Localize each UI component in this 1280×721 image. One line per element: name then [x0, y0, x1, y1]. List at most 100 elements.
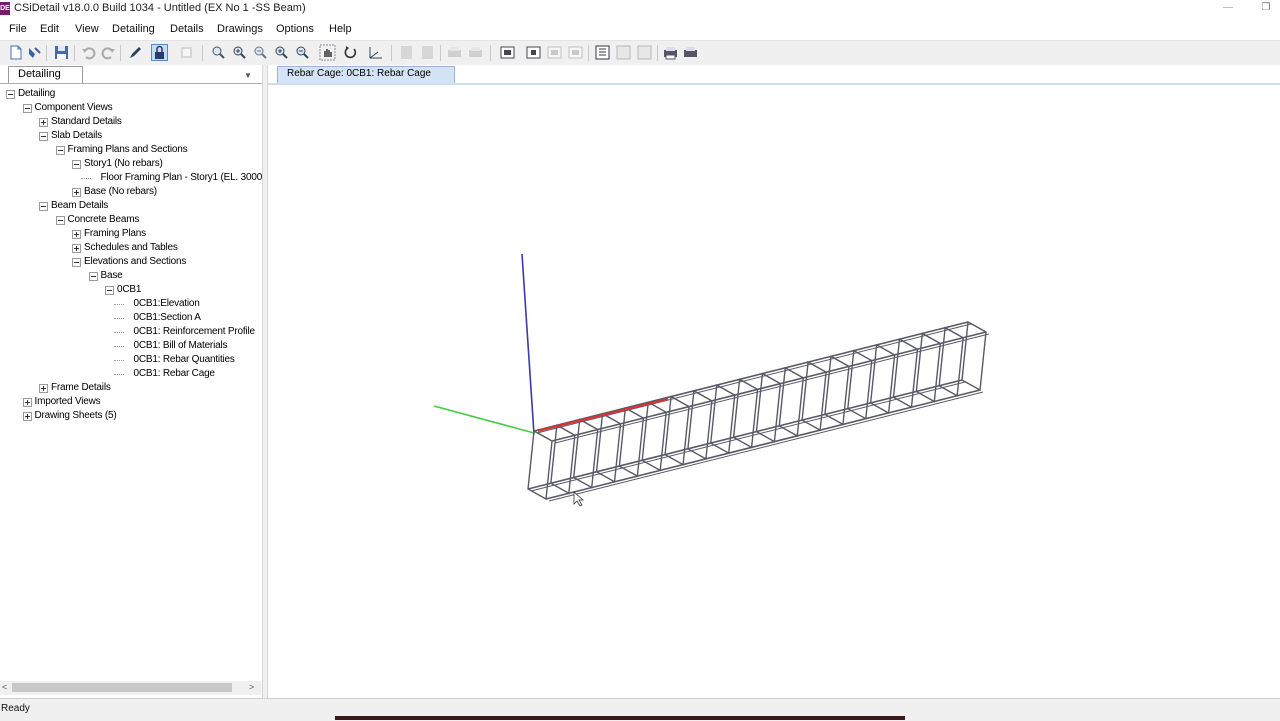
app-logo-icon: DE — [0, 2, 10, 15]
tree-item[interactable]: Component Views — [35, 101, 113, 115]
menu-options[interactable]: Options — [276, 23, 314, 35]
undo-icon[interactable] — [80, 44, 97, 61]
open-icon[interactable] — [26, 44, 43, 61]
scroll-left-icon[interactable]: < — [2, 682, 7, 692]
tree-item[interactable]: Framing Plans — [84, 227, 146, 241]
tree-item[interactable]: Detailing — [18, 87, 55, 101]
expand-icon[interactable] — [22, 398, 32, 407]
tree-item[interactable]: Base — [101, 269, 123, 283]
tree-item[interactable]: Elevations and Sections — [84, 255, 186, 269]
tree-item[interactable]: Imported Views — [35, 395, 101, 409]
scrollbar-thumb[interactable] — [12, 683, 232, 692]
collapse-icon[interactable] — [39, 202, 48, 211]
zoom-in-icon[interactable] — [231, 44, 248, 61]
tree-item[interactable]: 0CB1:Section A — [134, 311, 201, 325]
refresh-icon[interactable] — [342, 44, 359, 61]
expand-icon[interactable] — [72, 188, 81, 197]
taskbar-strip — [335, 716, 905, 720]
menu-drawings[interactable]: Drawings — [217, 23, 263, 35]
tree-connector — [113, 346, 124, 347]
zoom-extents-icon[interactable] — [273, 44, 290, 61]
collapse-icon[interactable] — [55, 216, 65, 225]
tree-item[interactable]: 0CB1:Elevation — [134, 297, 200, 311]
tree-item[interactable]: Frame Details — [51, 381, 111, 395]
tree-item[interactable]: Drawing Sheets (5) — [35, 409, 117, 423]
longitudinal-rebar — [545, 389, 981, 500]
x-axis-line — [537, 398, 669, 432]
tree-item[interactable]: Concrete Beams — [68, 213, 140, 227]
menu-help[interactable]: Help — [329, 23, 352, 35]
axes-icon[interactable] — [367, 44, 384, 61]
tree-connector — [113, 332, 124, 333]
save-icon[interactable] — [53, 44, 70, 61]
scroll-right-icon[interactable]: > — [249, 682, 254, 692]
tree-item[interactable]: 0CB1: Bill of Materials — [134, 339, 228, 353]
lock-icon[interactable] — [151, 44, 168, 61]
calculator-icon[interactable] — [594, 44, 611, 61]
zoom-window-icon[interactable] — [210, 44, 227, 61]
frame-view-icon[interactable] — [499, 44, 516, 61]
collapse-icon[interactable] — [55, 146, 65, 155]
expand-icon[interactable] — [72, 230, 81, 239]
collapse-icon[interactable] — [72, 258, 81, 267]
zoom-previous-icon[interactable] — [294, 44, 311, 61]
expand-icon[interactable] — [72, 244, 81, 253]
tree-item[interactable]: 0CB1: Rebar Cage — [134, 367, 215, 381]
printer-icon[interactable] — [662, 44, 679, 61]
tree-item[interactable]: Beam Details — [51, 199, 108, 213]
tree-item[interactable]: 0CB1: Rebar Quantities — [134, 353, 235, 367]
zoom-out-icon[interactable] — [252, 44, 269, 61]
collapse-icon[interactable] — [88, 272, 98, 281]
expand-icon[interactable] — [39, 384, 48, 393]
layout-b-icon[interactable] — [567, 44, 584, 61]
z-axis-line — [521, 253, 535, 435]
tab-detailing-label: Detailing — [18, 68, 61, 80]
collapse-icon[interactable] — [39, 132, 48, 141]
menu-bar: File Edit View Detailing Details Drawing… — [0, 19, 1280, 39]
rebar-cage-3d-view[interactable] — [268, 86, 1280, 697]
layout-a-icon[interactable] — [546, 44, 563, 61]
y-axis-line — [433, 405, 535, 434]
redo-icon[interactable] — [100, 44, 117, 61]
export-icon[interactable] — [682, 44, 699, 61]
viewport-icon[interactable] — [525, 44, 542, 61]
menu-file[interactable]: File — [9, 23, 27, 35]
print-setup-icon[interactable] — [467, 44, 484, 61]
print-icon[interactable] — [446, 44, 463, 61]
longitudinal-rebar — [533, 321, 969, 432]
view-b-icon[interactable] — [419, 44, 436, 61]
tree-item[interactable]: Floor Framing Plan - Story1 (EL. 3000 m — [101, 171, 263, 185]
sheet-icon[interactable] — [636, 44, 653, 61]
rebar-cage-drawing[interactable] — [268, 86, 1280, 697]
menu-edit[interactable]: Edit — [40, 23, 59, 35]
tree-item[interactable]: Standard Details — [51, 115, 122, 129]
table-icon[interactable] — [615, 44, 632, 61]
collapse-icon[interactable] — [105, 286, 114, 295]
pencil-icon[interactable] — [127, 44, 144, 61]
new-file-icon[interactable] — [7, 44, 24, 61]
menu-detailing[interactable]: Detailing — [112, 23, 155, 35]
view-a-icon[interactable] — [398, 44, 415, 61]
tree-item[interactable]: Base (No rebars) — [84, 185, 157, 199]
print-preview-icon[interactable] — [178, 44, 195, 61]
tree-connector — [113, 304, 124, 305]
tree-item[interactable]: 0CB1: Reinforcement Profile — [134, 325, 256, 339]
expand-icon[interactable] — [22, 412, 32, 421]
menu-details[interactable]: Details — [170, 23, 204, 35]
rebar-cage — [527, 320, 990, 502]
collapse-icon[interactable] — [6, 90, 15, 99]
tree-item[interactable]: Story1 (No rebars) — [84, 157, 163, 171]
pan-icon[interactable] — [319, 44, 336, 61]
tree-item[interactable]: Slab Details — [51, 129, 102, 143]
tree-item[interactable]: 0CB1 — [117, 283, 141, 297]
minimize-button[interactable]: — — [1222, 2, 1234, 14]
tree-item[interactable]: Schedules and Tables — [84, 241, 178, 255]
restore-button[interactable]: ❐ — [1260, 2, 1272, 14]
expand-icon[interactable] — [39, 118, 48, 127]
menu-view[interactable]: View — [75, 23, 99, 35]
tree-item[interactable]: Framing Plans and Sections — [68, 143, 188, 157]
chevron-down-icon[interactable]: ▼ — [244, 71, 252, 80]
detailing-tree: Detailing Component Views Standard Details… — [0, 86, 262, 682]
collapse-icon[interactable] — [22, 104, 32, 113]
collapse-icon[interactable] — [72, 160, 81, 169]
